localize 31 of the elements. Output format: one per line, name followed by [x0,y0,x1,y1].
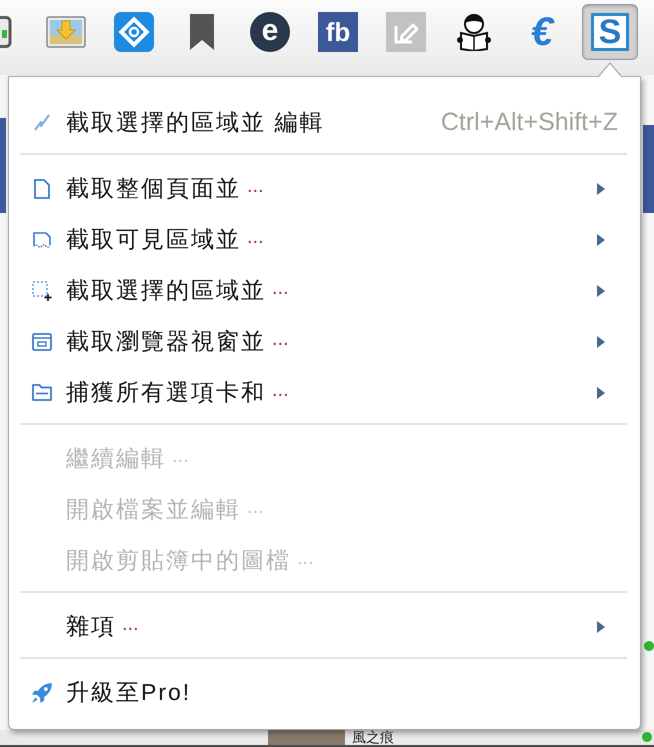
menu-item[interactable]: 雜項 ... [9,601,640,652]
menu-item[interactable]: 截取選擇的區域並 編輯 Ctrl+Alt+Shift+Z [9,97,640,148]
submenu-arrow-icon [597,336,605,348]
menu-item[interactable]: 捕獲所有選項卡和 ... [9,367,640,418]
menu-item[interactable]: 截取整個頁面並 ... [9,163,640,214]
folder-icon [32,384,52,401]
diamond-tile-icon [114,12,154,52]
menu-item[interactable]: 截取選擇的區域並 ... [9,265,640,316]
menu-item[interactable]: 截取可見區域並 ... [9,214,640,265]
submenu-arrow-icon [597,620,605,632]
bookmark-icon [190,14,214,50]
submenu-arrow-icon [597,284,605,296]
reading-person-icon [456,13,492,51]
shortcut-label: Ctrl+Alt+Shift+Z [440,106,618,138]
wavy-page-icon [33,232,51,248]
rocket-icon [31,682,53,704]
window-icon [32,332,52,350]
lightning-icon [34,114,50,131]
euro-button[interactable]: € [514,4,570,60]
pencil-tile-icon [386,12,426,52]
submenu-arrow-icon [597,182,605,194]
s-tile-button[interactable]: S [582,4,638,60]
menu-item[interactable]: 升級至Pro! [9,667,640,718]
photo-download-icon [46,16,86,48]
menu-item[interactable]: 截取瀏覽器視窗並 ... [9,316,640,367]
submenu-arrow-icon [597,234,605,246]
dotted-selection-icon [32,280,52,300]
page-icon [34,178,50,198]
submenu-arrow-icon [597,386,605,398]
user-name: 風之痕 [352,730,394,745]
app-icon[interactable] [0,16,12,48]
